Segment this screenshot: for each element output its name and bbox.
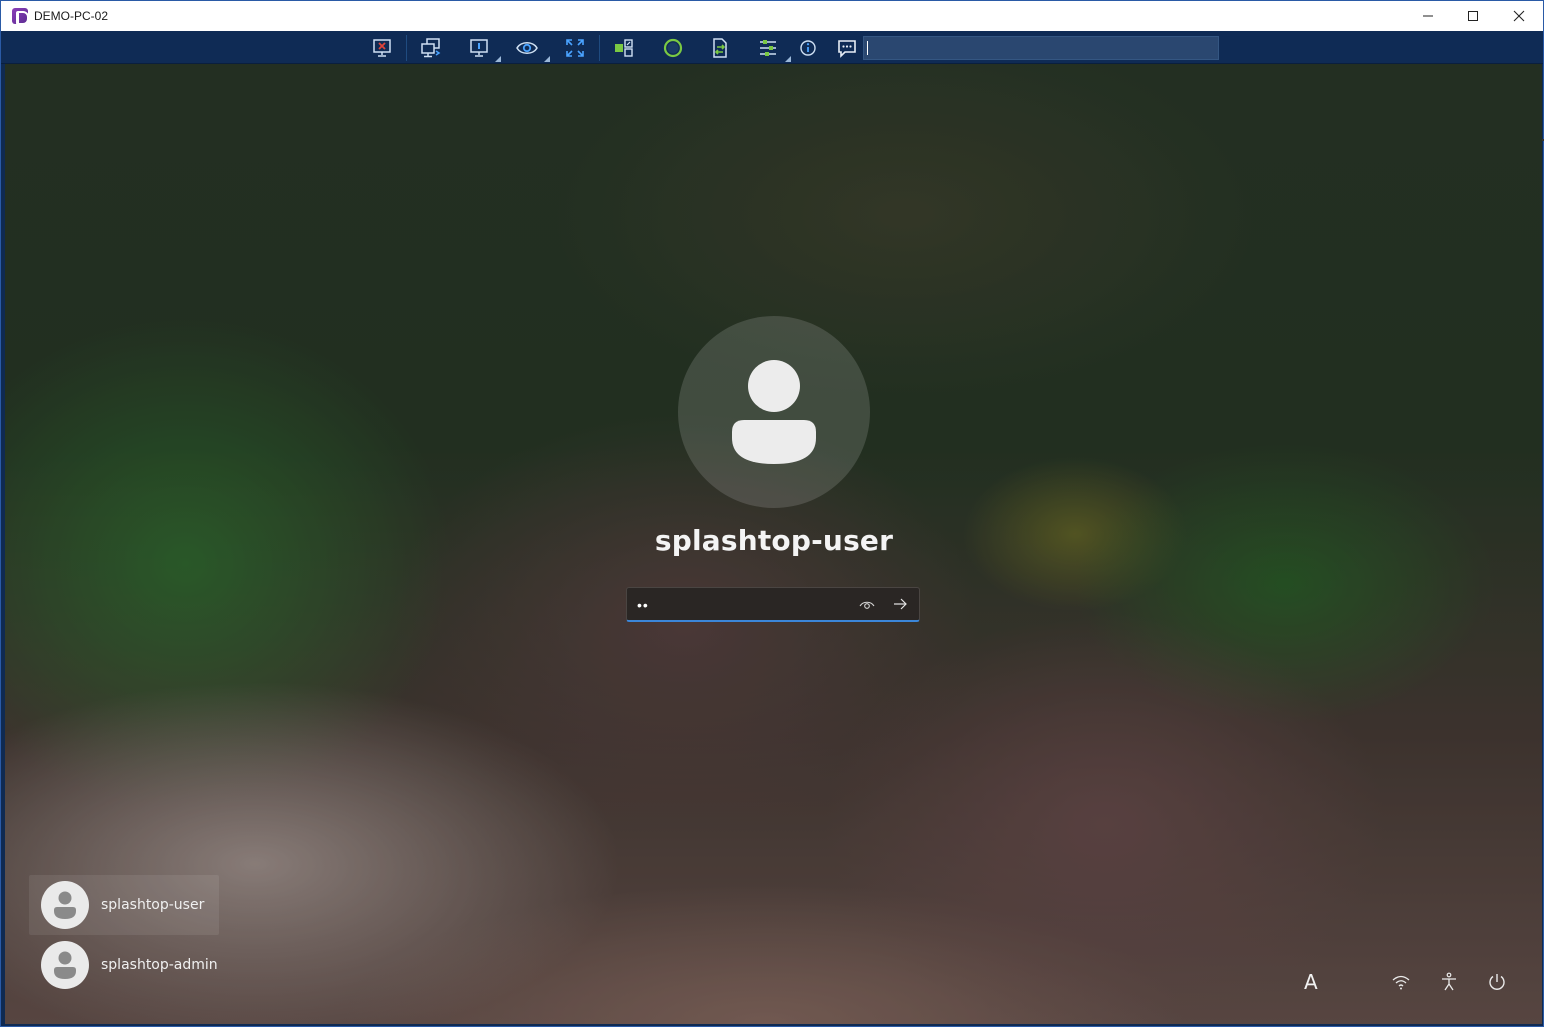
avatar	[41, 881, 89, 929]
user-item-label: splashtop-admin	[101, 957, 218, 973]
user-item-splashtop-user[interactable]: splashtop-user	[29, 875, 219, 935]
close-icon	[1513, 10, 1525, 22]
text-caret	[867, 41, 868, 55]
person-icon	[732, 360, 816, 464]
window-title: DEMO-PC-02	[34, 9, 109, 23]
recording-button[interactable]	[660, 35, 686, 61]
password-field[interactable]: ••	[626, 587, 920, 622]
file-transfer-icon	[713, 38, 727, 58]
password-mask: ••	[637, 597, 649, 613]
network-button[interactable]	[1389, 970, 1413, 994]
splashtop-app-icon	[12, 8, 29, 25]
disconnect-icon	[373, 39, 391, 57]
maximize-button[interactable]	[1450, 1, 1496, 31]
info-button[interactable]	[795, 35, 821, 61]
switch-monitor-icon	[421, 38, 441, 58]
display-settings-button[interactable]	[466, 35, 492, 61]
power-button[interactable]	[1485, 970, 1509, 994]
accessibility-icon	[1442, 972, 1456, 991]
title-bar[interactable]: DEMO-PC-02	[1, 1, 1543, 31]
power-icon	[1489, 974, 1505, 990]
fullscreen-button[interactable]	[562, 35, 588, 61]
session-toolbar	[1, 31, 1543, 64]
settings-button[interactable]	[755, 35, 781, 61]
blank-screen-icon	[615, 39, 633, 57]
avatar	[41, 941, 89, 989]
input-language-indicator[interactable]: A	[1304, 970, 1318, 994]
blank-screen-button[interactable]	[611, 35, 637, 61]
record-icon	[663, 38, 683, 58]
fullscreen-icon	[566, 39, 584, 57]
disconnect-button[interactable]	[369, 35, 395, 61]
remote-desktop-view[interactable]: splashtop-user •• splashtop-user splasht…	[5, 64, 1542, 1024]
minimize-icon	[1423, 15, 1433, 17]
maximize-icon	[1468, 11, 1478, 21]
chat-icon	[838, 40, 856, 58]
view-only-button[interactable]	[514, 35, 540, 61]
switch-monitor-button[interactable]	[418, 35, 444, 61]
user-item-label: splashtop-user	[101, 897, 205, 913]
reveal-password-icon[interactable]	[859, 597, 875, 613]
person-icon	[54, 951, 76, 979]
file-transfer-button[interactable]	[707, 35, 733, 61]
user-avatar-large	[678, 316, 870, 508]
eye-icon	[516, 42, 538, 54]
wifi-icon	[1392, 975, 1410, 990]
submit-arrow-icon[interactable]	[892, 596, 908, 612]
info-icon	[800, 40, 816, 56]
accessibility-button[interactable]	[1437, 970, 1461, 994]
remote-session-window: DEMO-PC-02 splashtop-user •• splashtop-u…	[0, 0, 1544, 1027]
chat-button[interactable]	[833, 35, 861, 61]
person-icon	[54, 891, 76, 919]
minimize-button[interactable]	[1405, 1, 1451, 31]
settings-list-icon	[760, 40, 776, 56]
chat-input[interactable]	[863, 36, 1219, 60]
user-item-splashtop-admin[interactable]: splashtop-admin	[29, 935, 219, 995]
selected-username: splashtop-user	[654, 524, 894, 557]
display-icon	[470, 39, 488, 57]
close-button[interactable]	[1496, 1, 1542, 31]
